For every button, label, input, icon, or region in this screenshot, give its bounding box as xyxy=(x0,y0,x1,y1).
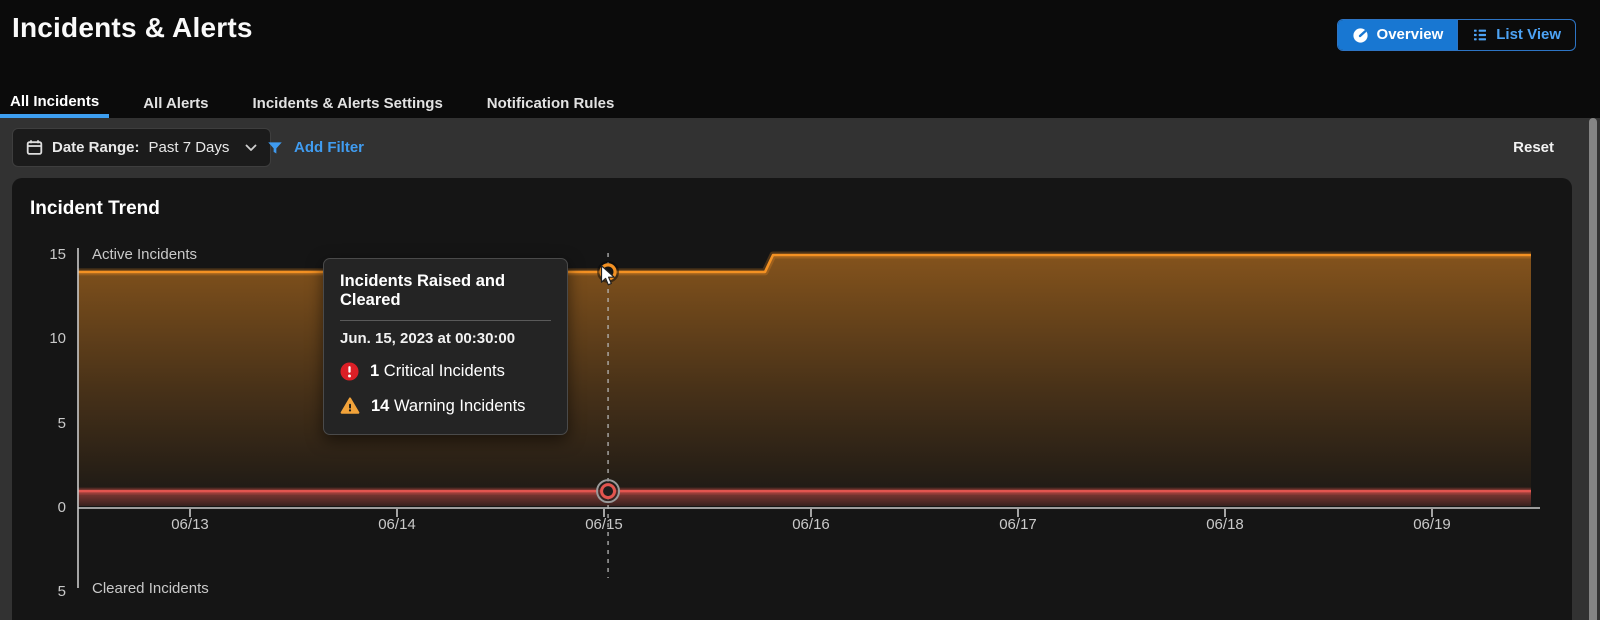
chevron-down-icon xyxy=(245,144,257,152)
list-icon xyxy=(1472,27,1488,43)
page-title: Incidents & Alerts xyxy=(12,12,253,43)
date-range-label: Date Range: xyxy=(52,139,140,156)
incidents-alerts-screen: Incidents & Alerts Overview List View Al… xyxy=(0,0,1600,620)
date-range-button[interactable]: Date Range: Past 7 Days xyxy=(12,128,272,167)
list-view-button[interactable]: List View xyxy=(1457,20,1575,50)
add-filter-button[interactable]: Add Filter xyxy=(260,128,370,167)
tab-label: Notification Rules xyxy=(486,94,615,112)
gauge-icon xyxy=(1352,27,1369,44)
overview-label: Overview xyxy=(1376,26,1444,43)
list-view-label: List View xyxy=(1496,26,1561,43)
chart-title: Incident Trend xyxy=(30,198,160,219)
tab-label: All Alerts xyxy=(143,94,209,112)
tab-label: All Incidents xyxy=(10,92,100,110)
vertical-scrollbar[interactable] xyxy=(1589,118,1597,620)
reset-button[interactable]: Reset xyxy=(1507,128,1560,167)
overview-button[interactable]: Overview xyxy=(1337,20,1458,50)
content-area: Date Range: Past 7 Days Add Filter Reset… xyxy=(0,118,1600,620)
incident-trend-card: Incident Trend xyxy=(12,178,1572,620)
tab-all-incidents[interactable]: All Incidents xyxy=(0,80,110,118)
view-toggle: Overview List View xyxy=(1336,19,1576,51)
tab-all-alerts[interactable]: All Alerts xyxy=(133,80,218,118)
add-filter-label: Add Filter xyxy=(294,139,364,156)
tab-notification-rules[interactable]: Notification Rules xyxy=(477,80,625,118)
date-range-value: Past 7 Days xyxy=(148,139,230,156)
mouse-cursor xyxy=(600,265,620,292)
tab-label: Incidents & Alerts Settings xyxy=(252,94,443,112)
tab-bar: All Incidents All Alerts Incidents & Ale… xyxy=(0,80,624,118)
funnel-icon xyxy=(266,139,284,157)
calendar-icon xyxy=(26,139,43,156)
tab-incidents-alerts-settings[interactable]: Incidents & Alerts Settings xyxy=(242,80,452,118)
